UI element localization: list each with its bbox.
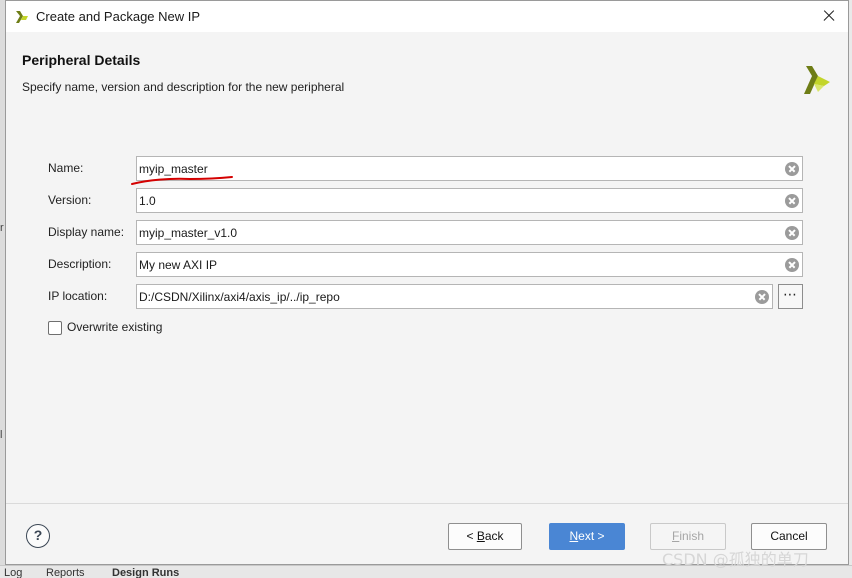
- xilinx-logo-icon: [16, 11, 28, 23]
- ip-location-label: IP location:: [48, 289, 108, 303]
- ip-location-input[interactable]: [139, 287, 749, 306]
- page-subtitle: Specify name, version and description fo…: [22, 80, 345, 94]
- browse-button[interactable]: ⋯: [778, 284, 803, 309]
- window-title: Create and Package New IP: [36, 9, 201, 24]
- clear-icon[interactable]: [785, 162, 799, 176]
- next-button[interactable]: Next >: [549, 523, 625, 550]
- name-field[interactable]: [136, 156, 803, 181]
- display-name-label: Display name:: [48, 225, 125, 239]
- version-field[interactable]: [136, 188, 803, 213]
- page-header: Peripheral Details Specify name, version…: [6, 45, 848, 105]
- description-input[interactable]: [139, 255, 779, 274]
- display-name-field[interactable]: [136, 220, 803, 245]
- clear-icon[interactable]: [755, 290, 769, 304]
- title-bar: Create and Package New IP: [6, 1, 848, 32]
- description-label: Description:: [48, 257, 112, 271]
- background-text-fragment: l: [0, 429, 3, 441]
- overwrite-existing-label[interactable]: Overwrite existing: [67, 320, 162, 334]
- description-field[interactable]: [136, 252, 803, 277]
- tab-log[interactable]: Log: [4, 567, 22, 578]
- close-icon[interactable]: [816, 4, 842, 28]
- background-text-fragment: r: [0, 222, 4, 234]
- finish-label-rest: inish: [679, 529, 705, 543]
- create-package-ip-dialog: Create and Package New IP Peripheral Det…: [5, 0, 849, 565]
- help-button[interactable]: ?: [26, 524, 50, 548]
- csdn-watermark: CSDN @孤独的单刀: [662, 550, 809, 569]
- next-label-rest: ext >: [578, 529, 605, 543]
- name-input[interactable]: [139, 159, 779, 178]
- clear-icon[interactable]: [785, 194, 799, 208]
- clear-icon[interactable]: [785, 258, 799, 272]
- overwrite-existing-checkbox[interactable]: [48, 321, 62, 335]
- clear-icon[interactable]: [785, 226, 799, 240]
- back-prefix: <: [466, 529, 477, 543]
- tab-design-runs[interactable]: Design Runs: [112, 567, 179, 578]
- tab-reports[interactable]: Reports: [46, 567, 85, 578]
- back-mnemonic: B: [476, 529, 485, 543]
- next-mnemonic: N: [569, 529, 579, 543]
- xilinx-logo-icon: [804, 66, 830, 94]
- version-label: Version:: [48, 193, 92, 207]
- display-name-input[interactable]: [139, 223, 779, 242]
- page-title: Peripheral Details: [22, 52, 141, 68]
- red-annotation-underline: [131, 176, 233, 185]
- back-label-rest: ack: [484, 529, 504, 543]
- name-label: Name:: [48, 161, 84, 175]
- version-input[interactable]: [139, 191, 779, 210]
- footer-divider: [6, 503, 848, 504]
- ip-location-field[interactable]: [136, 284, 773, 309]
- back-button[interactable]: < Back: [448, 523, 522, 550]
